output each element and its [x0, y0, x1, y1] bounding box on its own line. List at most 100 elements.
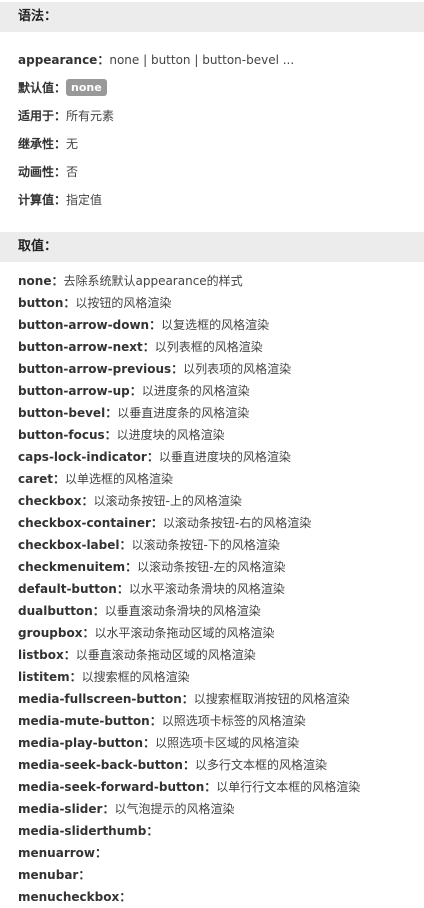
- value-description: 以滚动条按钮-左的风格渲染: [137, 560, 286, 574]
- value-separator: ：: [149, 714, 162, 728]
- value-description: 以进度条的风格渲染: [141, 384, 250, 398]
- value-keyword: default-button: [18, 582, 117, 596]
- value-description: 以滚动条按钮-上的风格渲染: [93, 494, 242, 508]
- syntax-separator: ：: [54, 109, 67, 123]
- value-keyword: checkmenuitem: [18, 560, 126, 574]
- value-keyword: media-seek-back-button: [18, 758, 183, 772]
- value-description: 以列表框的风格渲染: [154, 340, 263, 354]
- value-item-media-fullscreen-button: media-fullscreen-button：以搜索框取消按钮的风格渲染: [18, 688, 424, 710]
- value-separator: ：: [63, 648, 76, 662]
- value-keyword: media-seek-forward-button: [18, 780, 205, 794]
- value-keyword: checkbox-label: [18, 538, 120, 552]
- value-separator: ：: [95, 846, 108, 860]
- value-separator: ：: [142, 340, 155, 354]
- value-item-checkbox: checkbox：以滚动条按钮-上的风格渲染: [18, 490, 424, 512]
- value-item-groupbox: groupbox：以水平滚动条拖动区域的风格渲染: [18, 622, 424, 644]
- value-item-button-focus: button-focus：以进度块的风格渲染: [18, 424, 424, 446]
- value-description: 以按钮的风格渲染: [75, 296, 172, 310]
- value-keyword: none: [18, 274, 52, 288]
- value-item-listbox: listbox：以垂直滚动条拖动区域的风格渲染: [18, 644, 424, 666]
- value-separator: ：: [51, 274, 64, 288]
- value-description: 以列表项的风格渲染: [183, 362, 292, 376]
- value-separator: ：: [125, 560, 138, 574]
- value-description: 以多行文本框的风格渲染: [194, 758, 327, 772]
- syntax-value: 无: [66, 137, 79, 151]
- value-description: 以单行行文本框的风格渲染: [216, 780, 361, 794]
- syntax-value: 否: [66, 165, 79, 179]
- syntax-separator: ：: [54, 137, 67, 151]
- syntax-list: appearance：none | button | button-bevel …: [0, 32, 424, 220]
- value-keyword: checkbox-container: [18, 516, 151, 530]
- value-keyword: button-arrow-next: [18, 340, 143, 354]
- value-keyword: listbox: [18, 648, 64, 662]
- value-separator: ：: [82, 626, 95, 640]
- syntax-key: 继承性: [18, 137, 55, 151]
- value-separator: ：: [181, 692, 194, 706]
- value-description: 以垂直进度块的风格渲染: [158, 450, 291, 464]
- value-description: 以进度块的风格渲染: [116, 428, 225, 442]
- value-description: 以水平滚动条滑块的风格渲染: [128, 582, 285, 596]
- value-item-listitem: listitem：以搜索框的风格渲染: [18, 666, 424, 688]
- value-description: 以垂直进度条的风格渲染: [117, 406, 250, 420]
- value-separator: ：: [63, 296, 76, 310]
- syntax-key: 适用于: [18, 109, 55, 123]
- value-description: 以单选框的风格渲染: [65, 472, 174, 486]
- value-description: 以复选框的风格渲染: [161, 318, 270, 332]
- value-item-checkbox-label: checkbox-label：以滚动条按钮-下的风格渲染: [18, 534, 424, 556]
- value-separator: ：: [92, 604, 105, 618]
- value-separator: ：: [81, 494, 94, 508]
- value-item-button: button：以按钮的风格渲染: [18, 292, 424, 314]
- value-description: 以照选项卡区域的风格渲染: [155, 736, 300, 750]
- value-keyword: button-bevel: [18, 406, 106, 420]
- syntax-key: 计算值: [18, 193, 55, 207]
- value-separator: ：: [119, 538, 132, 552]
- value-keyword: button-arrow-previous: [18, 362, 172, 376]
- value-separator: ：: [150, 516, 163, 530]
- syntax-row-inherited: 继承性：无: [18, 130, 424, 158]
- value-keyword: media-mute-button: [18, 714, 150, 728]
- value-separator: ：: [129, 384, 142, 398]
- syntax-key: 动画性: [18, 165, 55, 179]
- value-keyword: checkbox: [18, 494, 82, 508]
- syntax-separator: ：: [54, 165, 67, 179]
- value-description: 以滚动条按钮-下的风格渲染: [131, 538, 280, 552]
- syntax-row-applies-to: 适用于：所有元素: [18, 102, 424, 130]
- default-value-badge: none: [66, 79, 107, 96]
- syntax-separator: ：: [54, 193, 67, 207]
- value-keyword: menubar: [18, 868, 79, 882]
- value-keyword: caret: [18, 472, 54, 486]
- value-item-checkbox-container: checkbox-container：以滚动条按钮-右的风格渲染: [18, 512, 424, 534]
- value-keyword: button-arrow-up: [18, 384, 130, 398]
- value-separator: ：: [204, 780, 217, 794]
- value-keyword: media-play-button: [18, 736, 144, 750]
- value-keyword: media-slider: [18, 802, 103, 816]
- value-item-media-play-button: media-play-button：以照选项卡区域的风格渲染: [18, 732, 424, 754]
- value-separator: ：: [149, 318, 162, 332]
- value-separator: ：: [116, 582, 129, 596]
- value-item-caps-lock-indicator: caps-lock-indicator：以垂直进度块的风格渲染: [18, 446, 424, 468]
- syntax-key: 默认值: [18, 81, 55, 95]
- value-keyword: media-sliderthumb: [18, 824, 147, 838]
- value-item-none: none：去除系统默认appearance的样式: [18, 270, 424, 292]
- syntax-section-title: 语法：: [0, 2, 424, 32]
- value-separator: ：: [102, 802, 115, 816]
- value-description: 以垂直滚动条拖动区域的风格渲染: [75, 648, 256, 662]
- value-item-media-sliderthumb: media-sliderthumb：: [18, 820, 424, 842]
- value-item-button-bevel: button-bevel：以垂直进度条的风格渲染: [18, 402, 424, 424]
- value-description: 以水平滚动条拖动区域的风格渲染: [94, 626, 275, 640]
- value-separator: ：: [146, 824, 159, 838]
- syntax-value: none | button | button-bevel ...: [109, 53, 295, 67]
- syntax-separator: ：: [54, 81, 67, 95]
- value-separator: ：: [182, 758, 195, 772]
- value-separator: ：: [104, 428, 117, 442]
- value-description: 以照选项卡标签的风格渲染: [161, 714, 306, 728]
- value-item-button-arrow-next: button-arrow-next：以列表框的风格渲染: [18, 336, 424, 358]
- syntax-row-appearance: appearance：none | button | button-bevel …: [18, 46, 424, 74]
- value-separator: ：: [146, 450, 159, 464]
- value-item-menubar: menubar：: [18, 864, 424, 886]
- values-section-title: 取值：: [0, 232, 424, 262]
- syntax-value: 指定值: [66, 193, 103, 207]
- value-keyword: menucheckbox: [18, 890, 120, 904]
- value-separator: ：: [171, 362, 184, 376]
- value-description: 以气泡提示的风格渲染: [114, 802, 235, 816]
